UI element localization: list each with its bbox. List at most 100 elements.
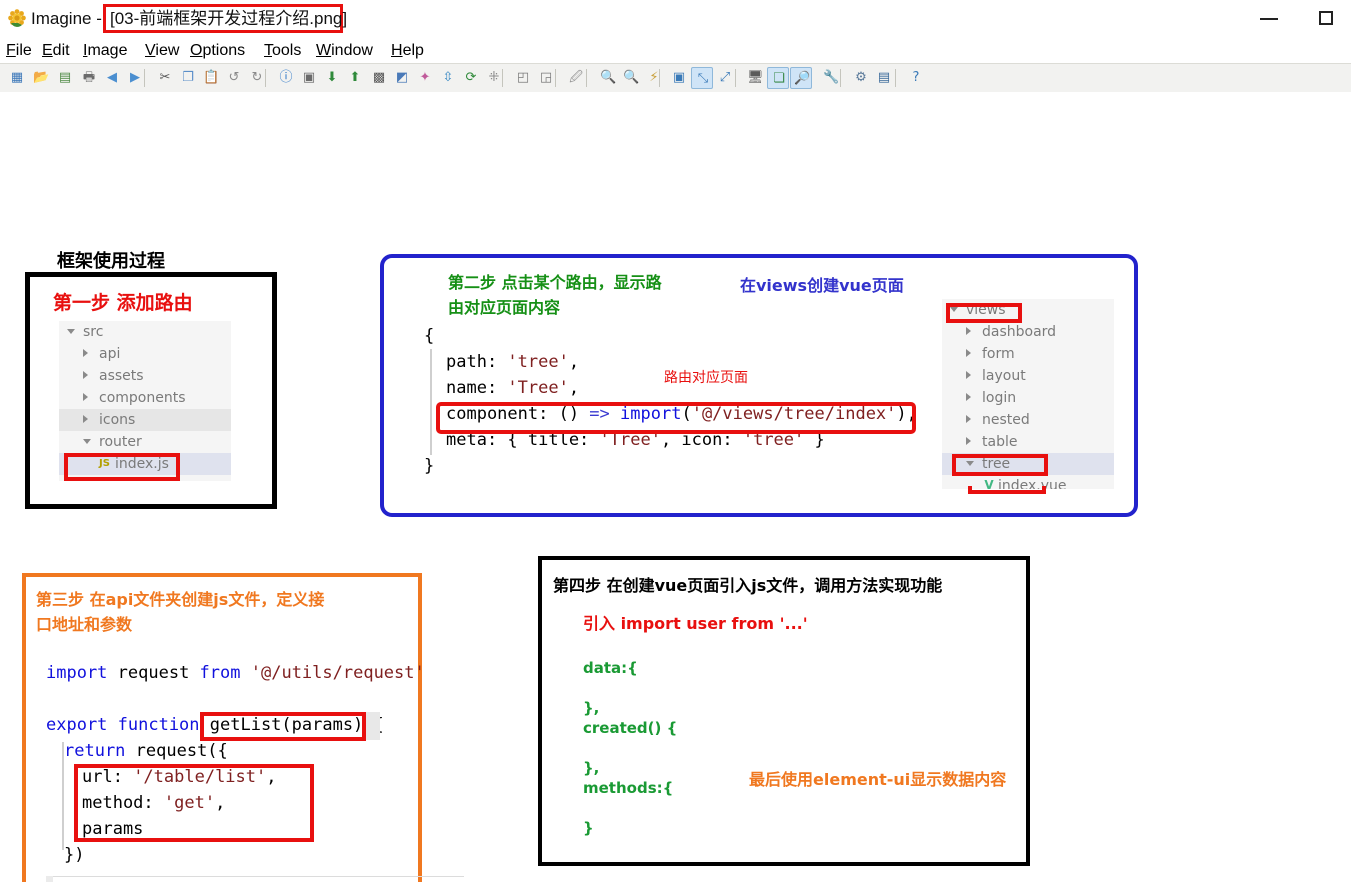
- fit-screen-icon[interactable]: ⤢: [714, 67, 736, 89]
- tree-item[interactable]: components: [59, 387, 231, 409]
- copy-icon[interactable]: ❐: [177, 67, 199, 89]
- tree-item[interactable]: src: [59, 321, 231, 343]
- grayscale-icon-glyph: ▩: [372, 70, 386, 85]
- redo-icon[interactable]: ↻: [246, 67, 268, 89]
- menu-label: dit: [52, 42, 70, 59]
- chevron-right-icon[interactable]: [966, 415, 971, 423]
- chevron-right-icon[interactable]: [83, 393, 88, 401]
- next-image-icon[interactable]: ▶: [124, 67, 146, 89]
- undo-icon[interactable]: ↺: [223, 67, 245, 89]
- zoom-auto-icon[interactable]: ⚡: [643, 67, 665, 89]
- print-icon-glyph: 🖶: [82, 70, 96, 85]
- tree-item[interactable]: form: [942, 343, 1114, 365]
- capture-window-icon[interactable]: ▤: [873, 67, 895, 89]
- export-icon[interactable]: ⬆: [344, 67, 366, 89]
- indexvue-highlight: [968, 486, 1046, 494]
- menu-help[interactable]: Help: [391, 38, 424, 63]
- cut-icon[interactable]: ✂: [154, 67, 176, 89]
- slideshow-icon-glyph: ❏: [773, 71, 785, 86]
- chevron-right-icon[interactable]: [966, 349, 971, 357]
- zoom-in-icon-glyph: 🔍: [600, 70, 617, 85]
- menu-tools[interactable]: Tools: [264, 38, 301, 63]
- print-icon[interactable]: 🖶: [78, 67, 100, 89]
- code-token: '@/utils/request': [250, 663, 425, 683]
- chevron-down-icon[interactable]: [83, 439, 91, 444]
- tree-item[interactable]: login: [942, 387, 1114, 409]
- help-about-icon[interactable]: ?: [905, 67, 927, 89]
- tree-item[interactable]: layout: [942, 365, 1114, 387]
- tree-item[interactable]: api: [59, 343, 231, 365]
- plugin-icon[interactable]: ⚙: [850, 67, 872, 89]
- image-info-icon[interactable]: ⓘ: [275, 67, 297, 89]
- menu-window[interactable]: Window: [316, 38, 373, 63]
- previous-image-icon[interactable]: ◀: [101, 67, 123, 89]
- save-icon[interactable]: ▤: [54, 67, 76, 89]
- fit-window-icon-glyph: ⤡: [697, 71, 709, 86]
- chevron-right-icon[interactable]: [83, 371, 88, 379]
- previous-image-icon-glyph: ◀: [107, 70, 117, 85]
- minimize-button[interactable]: [1249, 0, 1295, 36]
- code-token: export function: [46, 715, 200, 735]
- refresh-icon-glyph: ⟳: [465, 70, 477, 85]
- screen-capture-icon[interactable]: ▣: [298, 67, 320, 89]
- chevron-right-icon[interactable]: [966, 327, 971, 335]
- tree-item[interactable]: dashboard: [942, 321, 1114, 343]
- watermark-icon[interactable]: ⁜: [483, 67, 505, 89]
- actual-size-icon[interactable]: ▣: [668, 67, 690, 89]
- code-token: ,: [568, 378, 580, 398]
- actual-size-icon-glyph: ▣: [672, 70, 686, 85]
- code-token: }): [64, 845, 85, 865]
- chevron-right-icon[interactable]: [83, 415, 88, 423]
- rotate-right-icon[interactable]: ◲: [535, 67, 557, 89]
- fullscreen-icon[interactable]: 🖥: [744, 67, 766, 89]
- zoom-in-icon[interactable]: 🔍: [597, 67, 619, 89]
- code-line: }): [64, 842, 84, 868]
- tree-item[interactable]: icons: [59, 409, 231, 431]
- menu-edit[interactable]: Edit: [42, 38, 70, 63]
- chevron-right-icon[interactable]: [966, 371, 971, 379]
- magnifier-icon[interactable]: 🔎: [790, 67, 812, 89]
- maximize-button[interactable]: [1307, 0, 1351, 36]
- code-token: {: [424, 326, 435, 346]
- code-token: }: [424, 456, 435, 476]
- step2-route-note: 路由对应页面: [664, 370, 748, 386]
- thumbnail-view-icon[interactable]: ▦: [6, 67, 28, 89]
- zoom-out-icon[interactable]: 🔍: [620, 67, 642, 89]
- batch-convert-icon[interactable]: ⇳: [437, 67, 459, 89]
- chevron-down-icon[interactable]: [67, 329, 75, 334]
- chevron-right-icon[interactable]: [83, 349, 88, 357]
- refresh-icon[interactable]: ⟳: [460, 67, 482, 89]
- paste-icon[interactable]: 📋: [200, 67, 222, 89]
- slideshow-icon[interactable]: ❏: [767, 67, 789, 89]
- menu-image[interactable]: Image: [83, 38, 127, 63]
- color-adjust-icon[interactable]: ◩: [391, 67, 413, 89]
- fit-window-icon[interactable]: ⤡: [691, 67, 713, 89]
- tree-item-label: nested: [982, 412, 1030, 428]
- effects-icon[interactable]: ✦: [414, 67, 436, 89]
- tree-item[interactable]: assets: [59, 365, 231, 387]
- batch-convert-icon-glyph: ⇳: [442, 70, 454, 85]
- tree-item-label: src: [83, 324, 104, 340]
- menu-file[interactable]: File: [6, 38, 32, 63]
- menu-options[interactable]: Options: [190, 38, 245, 63]
- open-folder-icon-glyph: 📂: [33, 70, 50, 85]
- chevron-right-icon[interactable]: [966, 393, 971, 401]
- tree-item[interactable]: table: [942, 431, 1114, 453]
- menu-view[interactable]: View: [145, 38, 179, 63]
- image-canvas[interactable]: 框架使用过程 第一步 添加路由 src api assets components ic…: [0, 92, 1351, 882]
- rotate-left-icon[interactable]: ◰: [512, 67, 534, 89]
- chevron-right-icon[interactable]: [966, 437, 971, 445]
- settings-icon[interactable]: 🔧: [820, 67, 842, 89]
- open-folder-icon[interactable]: 📂: [30, 67, 52, 89]
- code-token: name:: [446, 378, 508, 398]
- color-picker-icon[interactable]: 🖉: [565, 67, 587, 89]
- title-separator: -: [96, 9, 102, 28]
- tree-item[interactable]: router: [59, 431, 231, 453]
- title-file-name: [03-前端框架开发过程介绍.png]: [110, 9, 348, 28]
- tree-item[interactable]: nested: [942, 409, 1114, 431]
- import-icon[interactable]: ⬇: [321, 67, 343, 89]
- diagram-heading: 框架使用过程: [57, 251, 165, 272]
- code-token: path:: [446, 352, 508, 372]
- maximize-icon: [1319, 11, 1333, 25]
- grayscale-icon[interactable]: ▩: [368, 67, 390, 89]
